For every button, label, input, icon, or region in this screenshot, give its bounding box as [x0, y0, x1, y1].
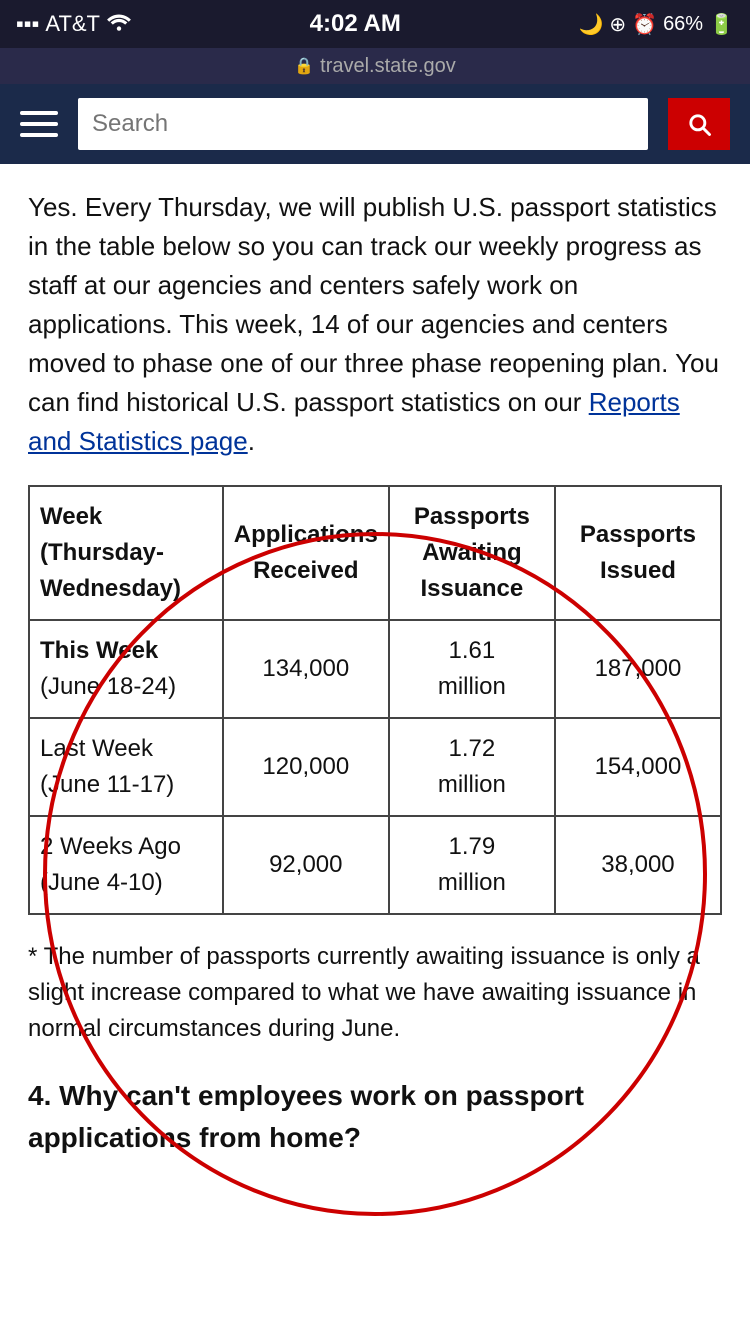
row-issued-last: 154,000 — [555, 718, 721, 816]
row-week-last: Last Week(June 11-17) — [29, 718, 223, 816]
hamburger-line-2 — [20, 122, 58, 126]
row-issued-this: 187,000 — [555, 620, 721, 718]
next-section-heading: 4. Why can't employees work on passport … — [28, 1075, 722, 1159]
row-week-this: This Week(June 18-24) — [29, 620, 223, 718]
status-bar: ▪▪▪ AT&T 4:02 AM 🌙 ⊕ ⏰ 66% 🔋 — [0, 0, 750, 48]
status-time: 4:02 AM — [310, 10, 401, 38]
table-header-applications: Applications Received — [223, 486, 389, 620]
search-button[interactable] — [668, 98, 730, 150]
battery-icon: 🔋 — [709, 12, 734, 37]
hamburger-line-1 — [20, 111, 58, 115]
row-apps-2ago: 92,000 — [223, 816, 389, 914]
table-header-week: Week (Thursday-Wednesday) — [29, 486, 223, 620]
table-row: This Week(June 18-24) 134,000 1.61millio… — [29, 620, 721, 718]
row-awaiting-2ago: 1.79million — [389, 816, 555, 914]
row-awaiting-this: 1.61million — [389, 620, 555, 718]
wifi-icon — [106, 11, 132, 37]
passport-statistics-table: Week (Thursday-Wednesday) Applications R… — [28, 485, 722, 915]
lock-icon: 🔒 — [294, 56, 314, 76]
main-content: Yes. Every Thursday, we will publish U.S… — [0, 164, 750, 1183]
intro-period: . — [248, 426, 255, 456]
location-icon: ⊕ — [609, 12, 626, 37]
search-input[interactable] — [92, 110, 634, 138]
alarm-icon: ⏰ — [632, 12, 657, 37]
battery-level: 66% — [663, 13, 703, 36]
row-apps-last: 120,000 — [223, 718, 389, 816]
table-header-passports-issued: Passports Issued — [555, 486, 721, 620]
url-text: travel.state.gov — [320, 55, 456, 78]
footnote-text: * The number of passports currently awai… — [28, 939, 722, 1047]
intro-text-body: Yes. Every Thursday, we will publish U.S… — [28, 192, 719, 417]
table-header-passports-awaiting: Passports Awaiting Issuance — [389, 486, 555, 620]
search-icon — [685, 110, 713, 138]
carrier-name: AT&T — [45, 11, 100, 37]
signal-icon: ▪▪▪ — [16, 11, 39, 37]
url-bar[interactable]: 🔒 travel.state.gov — [0, 48, 750, 84]
intro-paragraph: Yes. Every Thursday, we will publish U.S… — [28, 188, 722, 461]
search-box — [78, 98, 648, 150]
moon-icon: 🌙 — [578, 12, 603, 37]
status-left: ▪▪▪ AT&T — [16, 11, 132, 37]
table-row: 2 Weeks Ago(June 4-10) 92,000 1.79millio… — [29, 816, 721, 914]
status-right: 🌙 ⊕ ⏰ 66% 🔋 — [578, 12, 734, 37]
hamburger-menu[interactable] — [20, 111, 58, 137]
row-issued-2ago: 38,000 — [555, 816, 721, 914]
row-week-2ago: 2 Weeks Ago(June 4-10) — [29, 816, 223, 914]
nav-header — [0, 84, 750, 164]
row-awaiting-last: 1.72million — [389, 718, 555, 816]
table-row: Last Week(June 11-17) 120,000 1.72millio… — [29, 718, 721, 816]
hamburger-line-3 — [20, 133, 58, 137]
row-apps-this: 134,000 — [223, 620, 389, 718]
